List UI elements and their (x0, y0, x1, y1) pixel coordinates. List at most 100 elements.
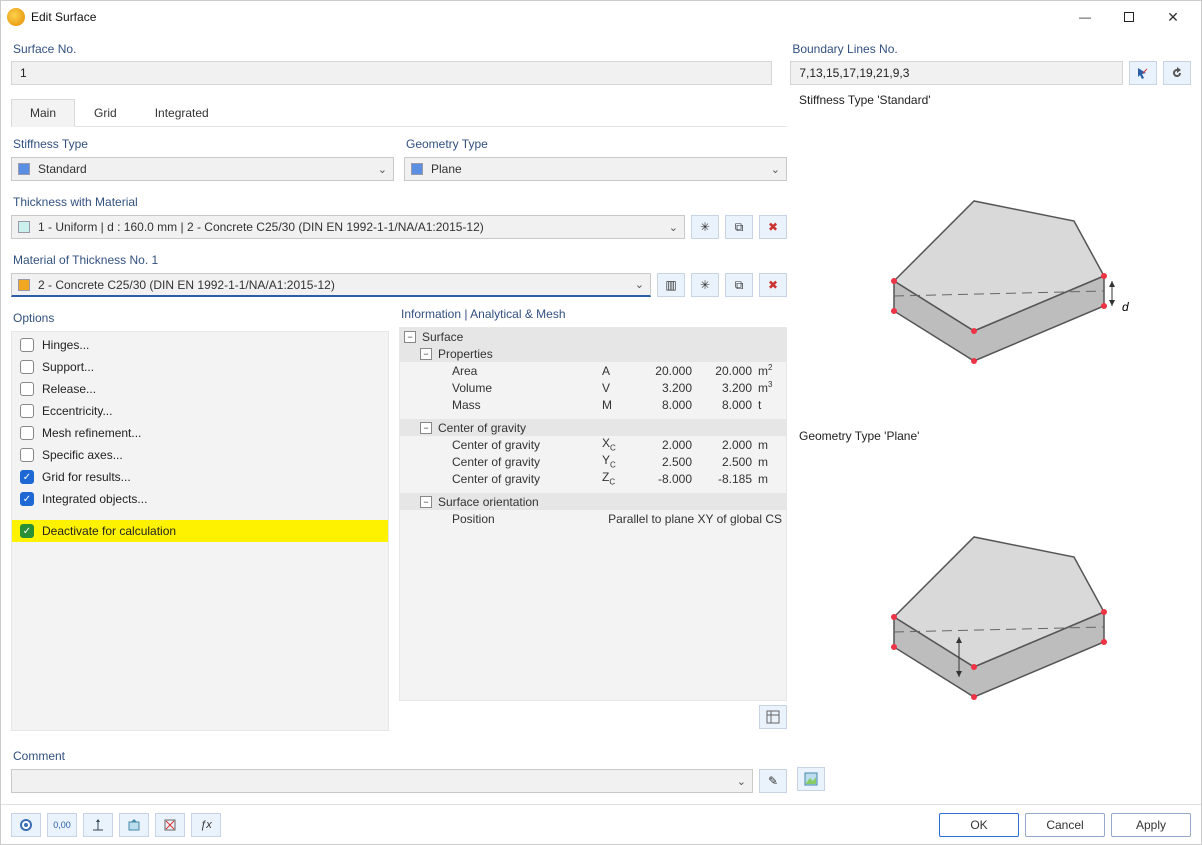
tree-row-position: Position Parallel to plane XY of global … (400, 510, 786, 527)
material-label: Material of Thickness No. 1 (11, 249, 787, 273)
cancel-button[interactable]: Cancel (1025, 813, 1105, 837)
option-release[interactable]: Release... (12, 378, 388, 400)
revert-icon[interactable] (1163, 61, 1191, 85)
delete-icon[interactable]: ✖ (759, 273, 787, 297)
close-button[interactable]: ✕ (1151, 2, 1195, 32)
ok-button[interactable]: OK (939, 813, 1019, 837)
checkbox-icon[interactable] (20, 338, 34, 352)
checkbox-icon[interactable] (20, 470, 34, 484)
new-icon[interactable]: ✳ (691, 215, 719, 239)
tab-main[interactable]: Main (11, 99, 75, 127)
tree-group-properties[interactable]: − Properties (400, 345, 786, 362)
tree-row-area: Area A 20.000 20.000 m2 (400, 362, 786, 379)
options-label: Options (11, 307, 389, 331)
collapse-icon[interactable]: − (420, 422, 432, 434)
new-icon[interactable]: ✳ (691, 273, 719, 297)
surface-no-input[interactable] (11, 61, 772, 85)
footer: 0,00 ƒx OK Cancel Apply (1, 804, 1201, 844)
collapse-icon[interactable]: − (420, 496, 432, 508)
preview-stiffness-label: Stiffness Type 'Standard' (797, 93, 1191, 113)
tree-group-surface[interactable]: − Surface (400, 328, 786, 345)
copy-icon[interactable]: ⧉ (725, 273, 753, 297)
option-deactivate-calc[interactable]: Deactivate for calculation (12, 520, 388, 542)
preview-stiffness-box: d (797, 113, 1191, 419)
thickness-value: 1 - Uniform | d : 160.0 mm | 2 - Concret… (38, 220, 484, 234)
option-specific-axes[interactable]: Specific axes... (12, 444, 388, 466)
checkbox-icon[interactable] (20, 524, 34, 538)
chevron-down-icon: ⌄ (378, 163, 387, 176)
apply-button[interactable]: Apply (1111, 813, 1191, 837)
geometry-value: Plane (431, 162, 462, 176)
left-area: Main Grid Integrated Stiffness Type Stan… (11, 93, 787, 793)
stiffness-preview-icon: d (844, 141, 1144, 391)
comment-combo[interactable]: ⌄ (11, 769, 753, 793)
tree-group-orientation[interactable]: − Surface orientation (400, 493, 786, 510)
comment-label: Comment (11, 745, 787, 769)
axes-icon[interactable] (83, 813, 113, 837)
minimize-button[interactable]: — (1063, 2, 1107, 32)
option-support[interactable]: Support... (12, 356, 388, 378)
function-icon[interactable]: ƒx (191, 813, 221, 837)
option-label: Release... (42, 382, 96, 396)
tree-label-text: Surface (422, 330, 463, 344)
checkbox-icon[interactable] (20, 382, 34, 396)
option-grid-for-results[interactable]: Grid for results... (12, 466, 388, 488)
tree-row-xc: Center of gravity XC 2.000 2.000 m (400, 436, 786, 453)
thickness-label: Thickness with Material (11, 191, 787, 215)
collapse-icon[interactable]: − (404, 331, 416, 343)
units-icon[interactable]: 0,00 (47, 813, 77, 837)
option-eccentricity[interactable]: Eccentricity... (12, 400, 388, 422)
checkbox-icon[interactable] (20, 426, 34, 440)
tree-group-cog[interactable]: − Center of gravity (400, 419, 786, 436)
option-integrated-objects[interactable]: Integrated objects... (12, 488, 388, 510)
chevron-down-icon: ⌄ (771, 163, 780, 176)
right-area: Stiffness Type 'Standard' d Geometry Typ… (797, 93, 1191, 793)
tabstrip: Main Grid Integrated (11, 99, 787, 127)
image-icon[interactable] (797, 767, 825, 791)
color-swatch-icon (411, 163, 423, 175)
thickness-combo[interactable]: 1 - Uniform | d : 160.0 mm | 2 - Concret… (11, 215, 685, 239)
tab-integrated[interactable]: Integrated (136, 99, 228, 127)
tree-label-text: Center of gravity (438, 421, 526, 435)
library-icon[interactable]: ▥ (657, 273, 685, 297)
help-icon[interactable] (11, 813, 41, 837)
tab-grid[interactable]: Grid (75, 99, 136, 127)
options-box: Hinges... Support... Release... Eccentri… (11, 331, 389, 731)
stiffness-value: Standard (38, 162, 87, 176)
delete2-icon[interactable] (155, 813, 185, 837)
material-combo[interactable]: 2 - Concrete C25/30 (DIN EN 1992-1-1/NA/… (11, 273, 651, 297)
checkbox-icon[interactable] (20, 404, 34, 418)
chevron-down-icon: ⌄ (737, 775, 746, 788)
copy-icon[interactable]: ⧉ (725, 215, 753, 239)
option-label: Eccentricity... (42, 404, 112, 418)
tree-label-text: Properties (438, 347, 493, 361)
checkbox-icon[interactable] (20, 448, 34, 462)
chevron-down-icon: ⌄ (669, 221, 678, 234)
window-title: Edit Surface (31, 10, 96, 24)
geometry-preview-icon (844, 477, 1144, 727)
titlebar: Edit Surface — ✕ (1, 1, 1201, 33)
material-value: 2 - Concrete C25/30 (DIN EN 1992-1-1/NA/… (38, 278, 335, 292)
table-icon[interactable] (759, 705, 787, 729)
export-icon[interactable] (119, 813, 149, 837)
option-hinges[interactable]: Hinges... (12, 334, 388, 356)
tree-row-yc: Center of gravity YC 2.500 2.500 m (400, 453, 786, 470)
stiffness-combo[interactable]: Standard ⌄ (11, 157, 394, 181)
checkbox-icon[interactable] (20, 492, 34, 506)
pointer-icon[interactable] (1129, 61, 1157, 85)
tree-row-mass: Mass M 8.000 8.000 t (400, 396, 786, 413)
checkbox-icon[interactable] (20, 360, 34, 374)
delete-icon[interactable]: ✖ (759, 215, 787, 239)
geometry-combo[interactable]: Plane ⌄ (404, 157, 787, 181)
collapse-icon[interactable]: − (420, 348, 432, 360)
option-mesh-refinement[interactable]: Mesh refinement... (12, 422, 388, 444)
boundary-block: Boundary Lines No. (790, 39, 1191, 85)
color-swatch-icon (18, 221, 30, 233)
option-label: Deactivate for calculation (42, 524, 176, 538)
top-fields: Surface No. Boundary Lines No. (1, 33, 1201, 87)
boundary-input[interactable] (790, 61, 1123, 85)
tree-row-volume: Volume V 3.200 3.200 m3 (400, 379, 786, 396)
comment-note-icon[interactable]: ✎ (759, 769, 787, 793)
option-label: Integrated objects... (42, 492, 147, 506)
maximize-button[interactable] (1107, 2, 1151, 32)
